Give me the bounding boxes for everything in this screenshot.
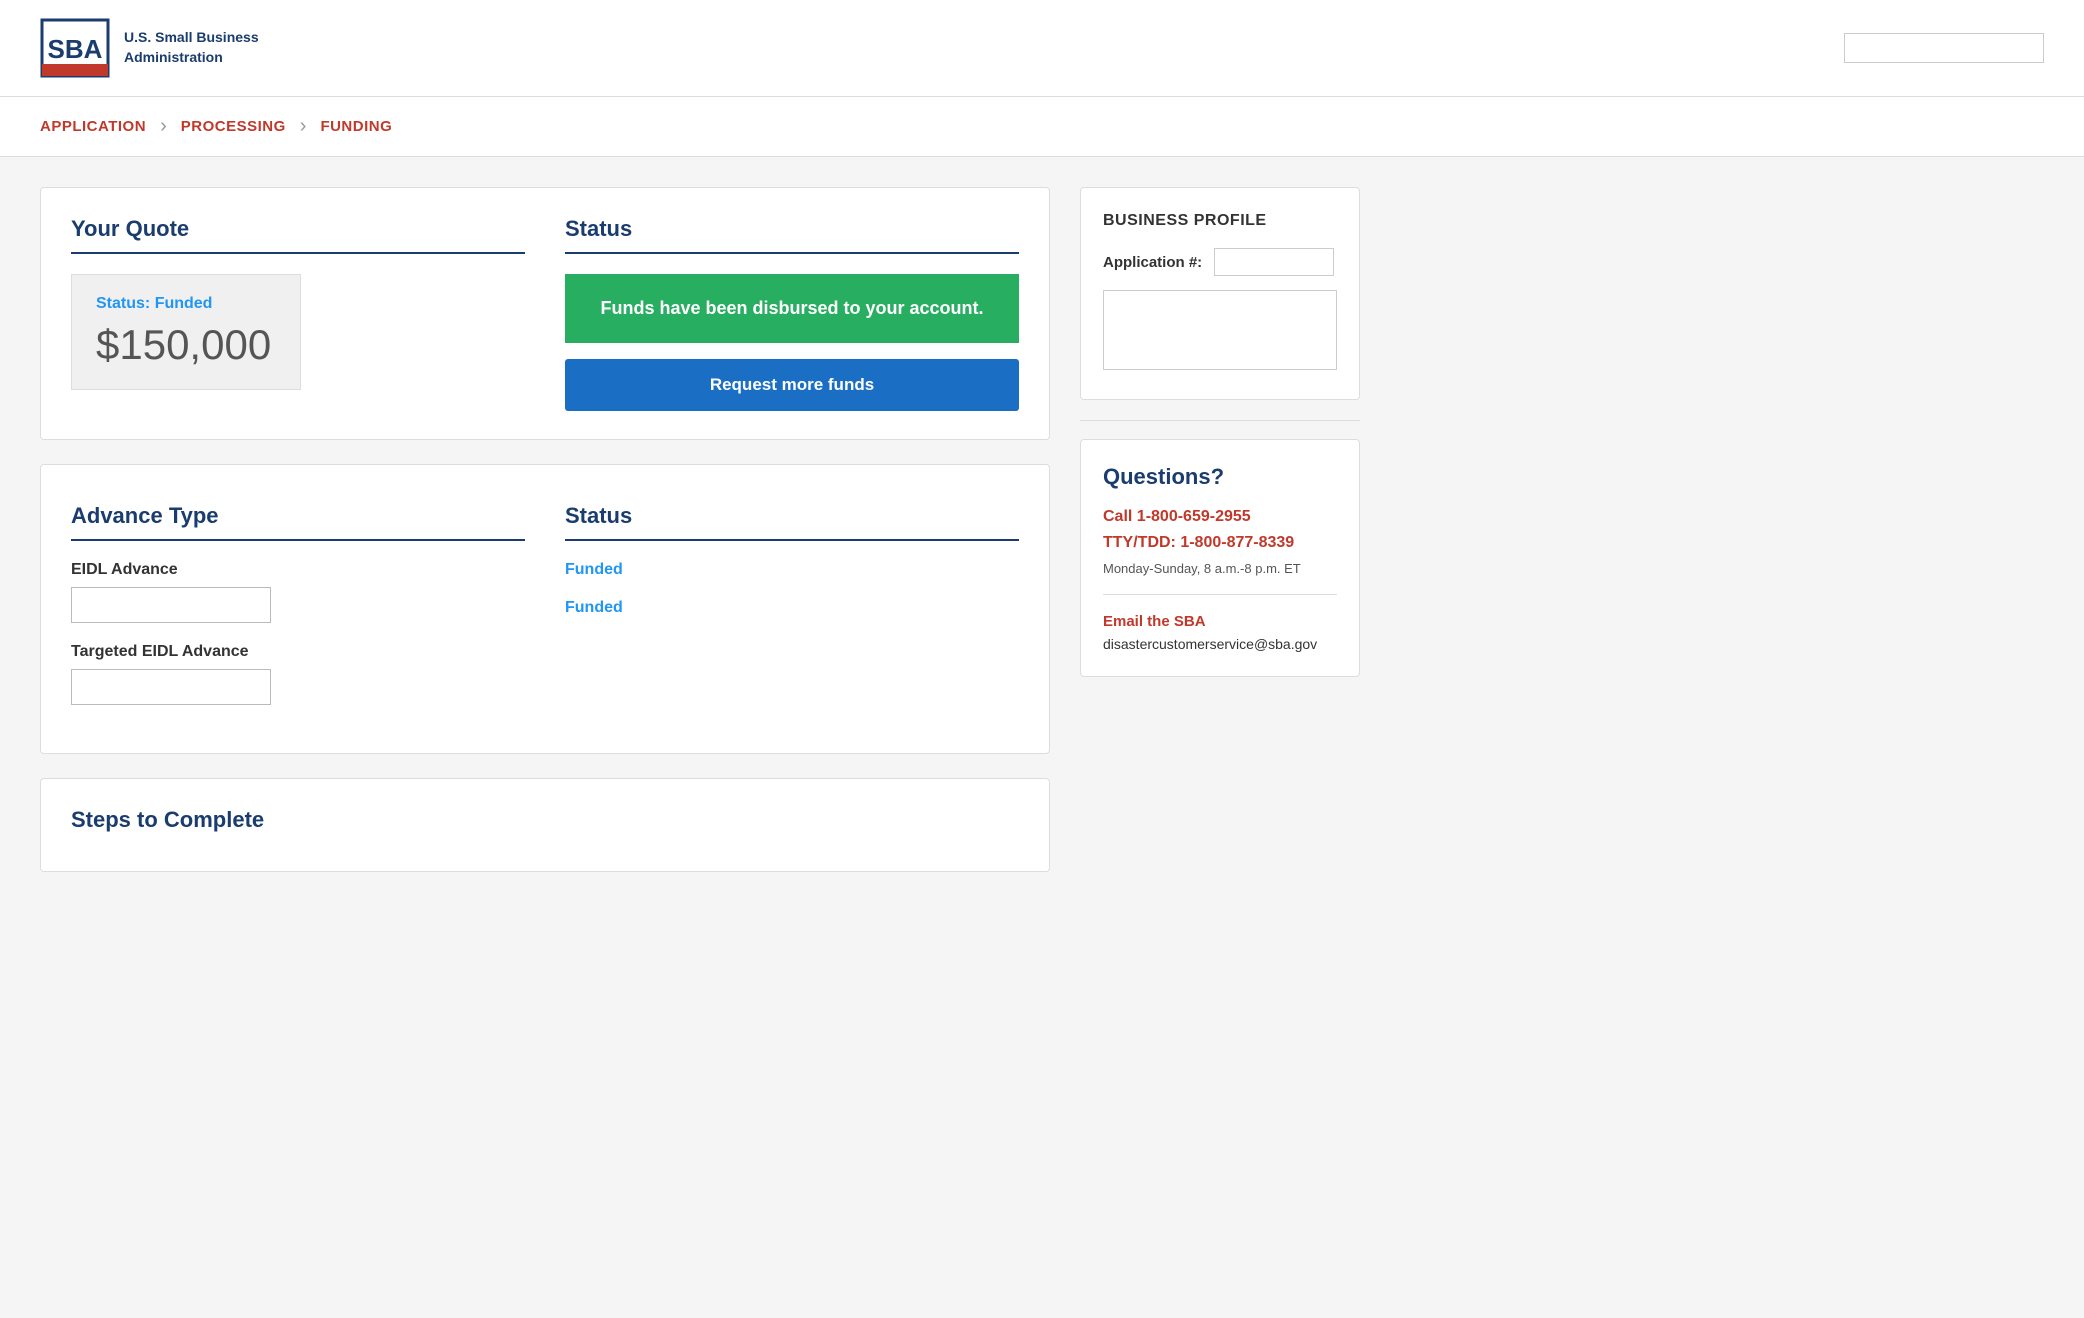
main-content: Your Quote Status: Funded $150,000 Statu… xyxy=(40,187,1050,872)
progress-bar: APPLICATION › PROCESSING › FUNDING xyxy=(0,97,2084,157)
sidebar-divider-1 xyxy=(1080,420,1360,421)
eidl-advance-item: EIDL Advance xyxy=(71,561,525,623)
quote-section-title: Your Quote xyxy=(71,216,525,254)
header-search-input[interactable] xyxy=(1844,33,2044,63)
step-application: APPLICATION xyxy=(40,118,146,135)
steps-section-title: Steps to Complete xyxy=(71,807,1019,843)
app-number-row: Application #: xyxy=(1103,248,1337,276)
advance-status-column: Status Funded Funded xyxy=(565,503,1019,637)
request-funds-button[interactable]: Request more funds xyxy=(565,359,1019,411)
targeted-eidl-status: Funded xyxy=(565,599,1019,617)
email-address: disastercustomerservice@sba.gov xyxy=(1103,636,1337,652)
questions-title: Questions? xyxy=(1103,464,1337,490)
quote-box: Status: Funded $150,000 xyxy=(71,274,301,390)
eidl-advance-input[interactable] xyxy=(71,587,271,623)
status-section-title: Status xyxy=(565,216,1019,254)
quote-status-value: Funded xyxy=(155,295,213,312)
logo-area: SBA U.S. Small Business Administration xyxy=(40,18,259,78)
eidl-advance-status: Funded xyxy=(565,561,1019,579)
advance-type-card: Advance Type EIDL Advance Targeted EIDL … xyxy=(40,464,1050,754)
status-column: Status Funds have been disbursed to your… xyxy=(565,216,1019,411)
hours-text: Monday-Sunday, 8 a.m.-8 p.m. ET xyxy=(1103,561,1337,576)
targeted-eidl-status-text: Funded xyxy=(565,599,1019,617)
phone-link-1[interactable]: Call 1-800-659-2955 xyxy=(1103,504,1337,530)
quote-amount: $150,000 xyxy=(96,321,276,369)
chevron-icon-1: › xyxy=(160,115,167,138)
funded-message-text: Funds have been disbursed to your accoun… xyxy=(600,298,983,318)
targeted-eidl-item: Targeted EIDL Advance xyxy=(71,643,525,705)
header: SBA U.S. Small Business Administration xyxy=(0,0,2084,97)
targeted-eidl-label: Targeted EIDL Advance xyxy=(71,643,525,661)
questions-section: Questions? Call 1-800-659-2955 TTY/TDD: … xyxy=(1080,439,1360,677)
main-layout: Your Quote Status: Funded $150,000 Statu… xyxy=(0,157,1400,902)
business-profile-title: BUSINESS PROFILE xyxy=(1103,212,1337,230)
advance-status-title: Status xyxy=(565,503,1019,541)
business-profile-textarea[interactable] xyxy=(1103,290,1337,370)
eidl-advance-label: EIDL Advance xyxy=(71,561,525,579)
funded-message-box: Funds have been disbursed to your accoun… xyxy=(565,274,1019,343)
step-processing: PROCESSING xyxy=(181,118,286,135)
advance-type-column: Advance Type EIDL Advance Targeted EIDL … xyxy=(71,503,525,725)
targeted-eidl-input[interactable] xyxy=(71,669,271,705)
sba-logo: SBA xyxy=(40,18,110,78)
quote-status-card: Your Quote Status: Funded $150,000 Statu… xyxy=(40,187,1050,440)
email-sba-link[interactable]: Email the SBA xyxy=(1103,613,1337,630)
svg-text:SBA: SBA xyxy=(48,34,103,64)
quote-column: Your Quote Status: Funded $150,000 xyxy=(71,216,525,390)
quote-status-label: Status: Funded xyxy=(96,295,276,313)
app-number-input[interactable] xyxy=(1214,248,1334,276)
sidebar: BUSINESS PROFILE Application #: Question… xyxy=(1080,187,1360,872)
business-profile-section: BUSINESS PROFILE Application #: xyxy=(1080,187,1360,400)
steps-card: Steps to Complete xyxy=(40,778,1050,872)
logo-text: U.S. Small Business Administration xyxy=(124,28,259,67)
app-number-label: Application #: xyxy=(1103,254,1202,271)
eidl-advance-status-text: Funded xyxy=(565,561,1019,579)
phone-link-2[interactable]: TTY/TDD: 1-800-877-8339 xyxy=(1103,530,1337,556)
step-funding: FUNDING xyxy=(320,118,392,135)
chevron-icon-2: › xyxy=(300,115,307,138)
sidebar-divider-2 xyxy=(1103,594,1337,595)
advance-type-title: Advance Type xyxy=(71,503,525,541)
